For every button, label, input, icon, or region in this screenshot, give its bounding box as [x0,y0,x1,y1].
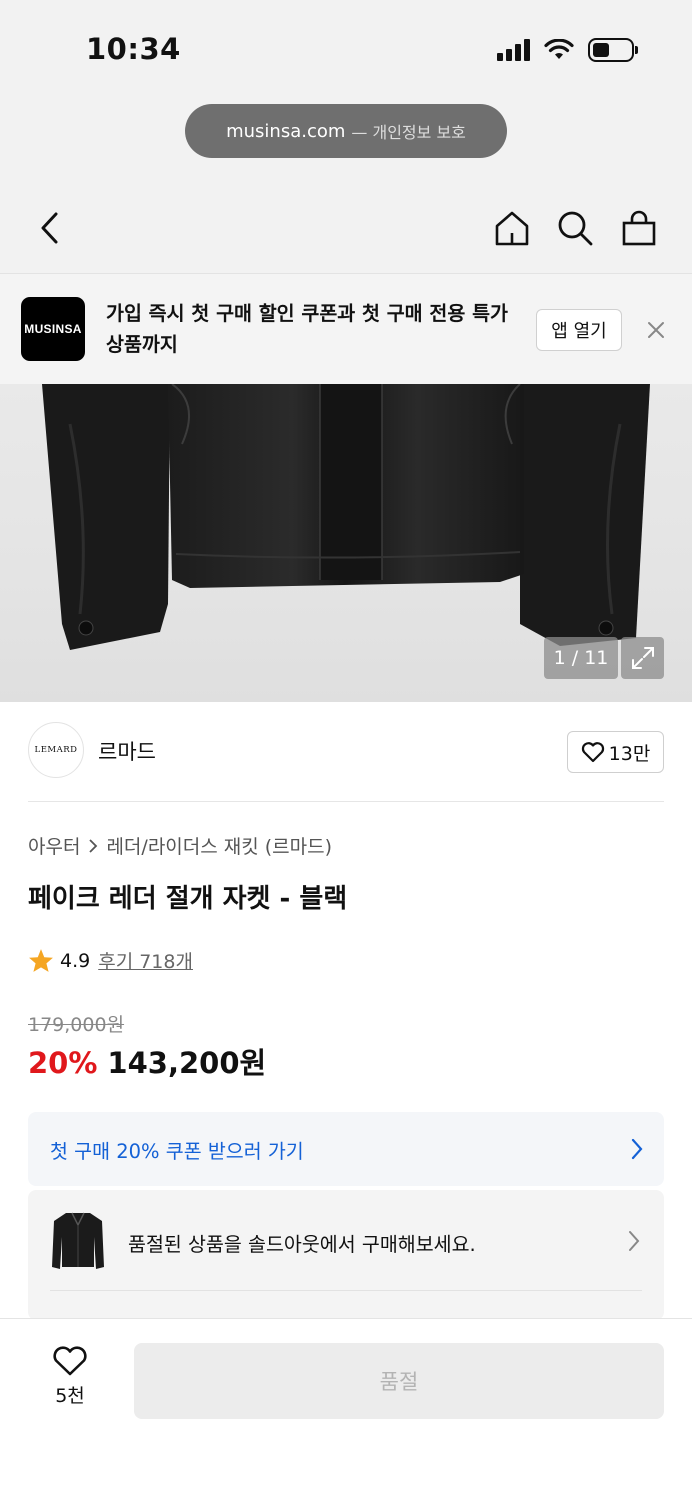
divider [50,1290,642,1291]
brand-like-button[interactable]: 13만 [567,731,664,773]
brand-like-count: 13만 [608,742,651,765]
soldout-promo[interactable]: 품절된 상품을 솔드아웃에서 구매해보세요. [28,1190,664,1320]
open-app-button[interactable]: 앱 열기 [536,309,622,351]
expand-image-button[interactable] [621,637,664,679]
close-icon [648,322,664,338]
cellular-signal-icon [497,39,530,61]
chevron-right-icon [89,838,98,853]
banner-message: 가입 즉시 첫 구매 할인 쿠폰과 첫 구매 전용 특가 상품까지 [106,302,508,356]
first-purchase-coupon-button[interactable]: 첫 구매 20% 쿠폰 받으러 가기 [28,1112,664,1186]
brand-name[interactable]: 르마드 [98,736,156,766]
url-bar[interactable]: musinsa.com — 개인정보 보호 [185,104,507,158]
chevron-right-icon [631,1138,643,1160]
sale-price: 143,200원 [107,1046,267,1080]
reviews-link[interactable]: 후기 718개 [98,947,193,974]
back-button[interactable] [28,206,72,250]
breadcrumb-subcategory[interactable]: 레더/라이더스 재킷 (르마드) [106,832,332,859]
price-row: 20% 143,200원 [28,1040,266,1082]
bottom-action-bar: 5천 품절 [0,1318,692,1500]
product-title: 페이크 레더 절개 자켓 - 블랙 [28,884,348,914]
banner-close-button[interactable] [640,314,672,346]
chevron-right-icon [629,1231,640,1251]
cart-button[interactable] [617,206,661,250]
wishlist-button[interactable]: 5천 [44,1345,96,1408]
brand-logo[interactable]: LEMARD [28,722,84,778]
back-chevron-icon [41,212,58,244]
app-install-banner: MUSINSA 가입 즉시 첫 구매 할인 쿠폰과 첫 구매 전용 특가 상품까… [0,274,692,384]
musinsa-logo: MUSINSA [21,297,85,361]
discount-rate: 20% [28,1046,98,1080]
shopping-bag-icon [622,210,656,246]
battery-icon [588,38,638,62]
expand-icon [631,647,654,669]
wifi-icon [544,39,574,59]
heart-icon [581,742,604,763]
coupon-label: 첫 구매 20% 쿠폰 받으러 가기 [50,1140,304,1163]
product-image-gallery[interactable]: 1 / 11 [0,384,692,702]
status-icons [497,38,638,62]
rating-score: 4.9 [60,949,91,972]
soldout-message: 품절된 상품을 솔드아웃에서 구매해보세요. [128,1233,476,1256]
product-thumbnail [52,1212,104,1269]
star-icon [29,949,53,972]
search-button[interactable] [553,206,597,250]
search-icon [558,211,593,246]
soldout-buy-button[interactable]: 품절 [134,1343,664,1419]
rating-row: 4.9 후기 718개 [28,947,193,974]
breadcrumb: 아우터 레더/라이더스 재킷 (르마드) [28,832,332,859]
breadcrumb-category[interactable]: 아우터 [28,832,80,859]
original-price: 179,000원 [28,1014,125,1036]
status-time: 10:34 [86,32,181,66]
home-icon [495,211,529,246]
url-host: musinsa.com [226,120,346,142]
home-button[interactable] [490,206,534,250]
brand-row: LEMARD 르마드 13만 [28,722,664,802]
status-bar: 10:34 musinsa.com — 개인정보 보호 [0,0,692,190]
top-nav [0,190,692,274]
image-counter: 1 / 11 [544,637,618,679]
privacy-label: — 개인정보 보호 [351,123,466,142]
heart-icon [53,1346,87,1376]
wishlist-count: 5천 [55,1385,85,1407]
